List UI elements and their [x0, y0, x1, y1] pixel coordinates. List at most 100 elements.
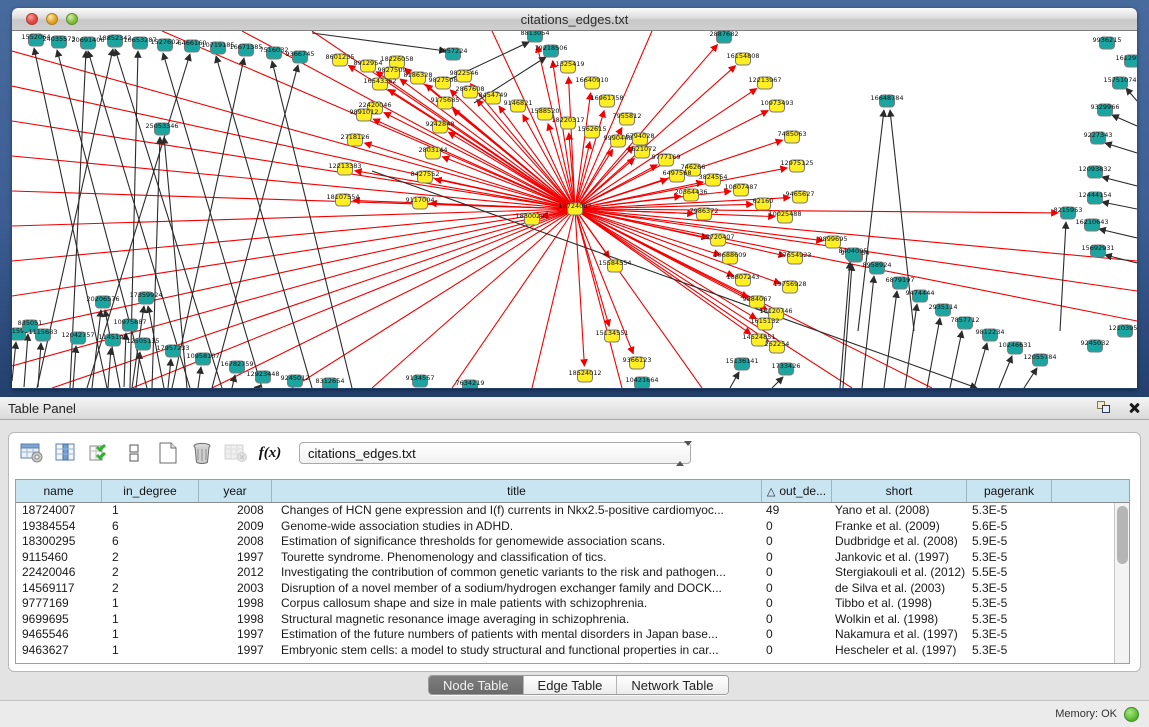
graph-node[interactable]: 1115683 [29, 328, 58, 341]
graph-node[interactable]: 9175685 [431, 96, 460, 109]
graph-node[interactable]: 12923448 [246, 370, 279, 383]
graph-node[interactable]: 9227343 [1084, 131, 1113, 144]
table-options-icon[interactable] [17, 439, 47, 467]
graph-node[interactable]: 11325419 [551, 60, 584, 73]
graph-node[interactable]: 12093832 [1078, 165, 1111, 178]
graph-node[interactable]: 19756928 [773, 280, 806, 293]
network-window-titlebar[interactable]: citations_edges.txt [12, 8, 1137, 31]
graph-node[interactable]: 12213383 [328, 162, 361, 175]
citation-graph[interactable]: 1552064240355732069140618852342106532871… [12, 31, 1137, 388]
column-header-in_degree[interactable]: in_degree [102, 480, 199, 502]
graph-node[interactable]: 9827508 [429, 76, 458, 89]
graph-node[interactable]: 9329966 [1091, 103, 1120, 116]
graph-node[interactable]: 12103954 [1108, 324, 1137, 337]
table-row[interactable]: 1456911722003Disruption of a novel membe… [16, 581, 1129, 597]
table-row[interactable]: 977716911998Corpus callosum shape and si… [16, 596, 1129, 612]
graph-node[interactable]: 9777169 [652, 153, 681, 166]
column-header-year[interactable]: year [199, 480, 272, 502]
graph-node[interactable]: 25053346 [145, 122, 178, 135]
graph-node[interactable]: 12055784 [1023, 353, 1056, 366]
create-column-icon[interactable] [153, 439, 183, 467]
graph-node[interactable]: 18107554 [326, 193, 359, 206]
graph-node[interactable]: 62160 [753, 197, 774, 210]
graph-node[interactable]: 8312654 [316, 377, 345, 388]
graph-node[interactable]: 252254 [765, 340, 790, 353]
graph-node[interactable]: 9465627 [786, 190, 815, 203]
table-vertical-scrollbar[interactable] [1114, 503, 1129, 663]
graph-node[interactable]: 7516032 [260, 46, 289, 59]
graph-node[interactable]: 7957224 [439, 47, 468, 60]
graph-node[interactable]: 8813054 [521, 31, 550, 42]
graph-node[interactable]: 8404095 [839, 247, 868, 260]
graph-node[interactable]: 9474444 [906, 289, 935, 302]
graph-node[interactable]: 9245032 [1081, 339, 1110, 352]
graph-node[interactable]: 9366745 [286, 50, 315, 63]
graph-node[interactable]: 17654923 [778, 251, 811, 264]
column-header-out_degree[interactable]: △out_de... [762, 480, 832, 502]
graph-node[interactable]: 12975125 [780, 159, 813, 172]
graph-node[interactable]: 1733426 [772, 362, 801, 375]
graph-node[interactable]: 16129574 [1115, 54, 1137, 67]
graph-node[interactable]: 9117004 [406, 196, 435, 209]
graph-node[interactable]: 10025488 [768, 210, 801, 223]
graph-node[interactable]: 9936215 [1093, 36, 1122, 49]
graph-node[interactable]: 20364436 [674, 188, 707, 201]
graph-node[interactable]: 6497568 [663, 169, 692, 182]
graph-node[interactable]: 6794028 [626, 132, 655, 145]
table-row[interactable]: 1830029562008Estimation of significance … [16, 534, 1129, 550]
function-builder-icon[interactable]: f(x) [255, 439, 285, 467]
graph-node[interactable]: 16640910 [575, 76, 608, 89]
graph-node[interactable]: 16154808 [726, 52, 759, 65]
graph-node[interactable]: 8601235 [326, 53, 355, 66]
select-columns-icon[interactable] [85, 439, 115, 467]
graph-node[interactable]: 7986372 [690, 207, 719, 220]
float-panel-icon[interactable] [1097, 401, 1113, 415]
graph-node[interactable]: 18300295 [515, 212, 548, 225]
network-canvas[interactable]: 1552064240355732069140618852342106532871… [12, 31, 1137, 388]
graph-node[interactable]: 15692931 [1081, 244, 1114, 257]
table-row[interactable]: 1872400712008Changes of HCN gene express… [16, 503, 1129, 519]
graph-node[interactable]: 16543362 [363, 77, 396, 90]
graph-node[interactable]: 16648784 [870, 94, 903, 107]
graph-node[interactable]: 9146821 [504, 99, 533, 112]
graph-node[interactable]: 7955812 [613, 112, 642, 125]
graph-node[interactable]: 10975887 [113, 318, 146, 331]
graph-node[interactable]: 16210643 [1075, 218, 1108, 231]
column-header-title[interactable]: title [272, 480, 762, 502]
graph-node[interactable]: 9245012 [281, 374, 310, 387]
graph-node[interactable]: 2935114 [929, 303, 958, 316]
toggle-rows-icon[interactable] [119, 439, 149, 467]
graph-node[interactable]: 18807243 [726, 273, 759, 286]
graph-node[interactable]: 12042757 [61, 331, 94, 344]
table-row[interactable]: 1938455462009Genome-wide association stu… [16, 519, 1129, 535]
show-columns-icon[interactable] [51, 439, 81, 467]
table-row[interactable]: 2242004622012Investigating the contribut… [16, 565, 1129, 581]
tab-edge-table[interactable]: Edge Table [524, 676, 618, 694]
table-row[interactable]: 946362711997Embryonic stem cells: a mode… [16, 643, 1129, 659]
graph-node[interactable]: 16961758 [590, 94, 623, 107]
graph-node[interactable]: 17957233 [156, 344, 189, 357]
graph-node[interactable]: 9134557 [406, 374, 435, 387]
graph-node[interactable]: 9366123 [623, 356, 652, 369]
graph-node[interactable]: 15136141 [725, 357, 758, 370]
graph-node[interactable]: 10688609 [713, 251, 746, 264]
column-header-pagerank[interactable]: pagerank [967, 480, 1052, 502]
close-panel-icon[interactable] [1127, 401, 1141, 415]
tab-network-table[interactable]: Network Table [617, 676, 727, 694]
graph-node[interactable]: 18524012 [568, 369, 601, 382]
graph-node[interactable]: 15134551 [595, 329, 628, 342]
graph-node[interactable]: 15584554 [598, 259, 631, 272]
graph-node[interactable]: 10973493 [760, 99, 793, 112]
graph-node[interactable]: 8958924 [863, 261, 892, 274]
delete-column-icon[interactable] [187, 439, 217, 467]
table-selector-dropdown[interactable]: citations_edges.txt [299, 442, 691, 464]
column-header-name[interactable]: name [16, 480, 102, 502]
graph-node[interactable]: 1145193 [99, 333, 128, 346]
graph-node[interactable]: 15751074 [1103, 76, 1136, 89]
table-row[interactable]: 946554611997Estimation of the future num… [16, 627, 1129, 643]
graph-node[interactable]: 12444154 [1078, 191, 1111, 204]
graph-node[interactable]: 20206576 [86, 295, 119, 308]
scrollbar-thumb[interactable] [1117, 506, 1128, 564]
tab-node-table[interactable]: Node Table [429, 676, 524, 694]
table-row[interactable]: 969969511998Structural magnetic resonanc… [16, 612, 1129, 628]
